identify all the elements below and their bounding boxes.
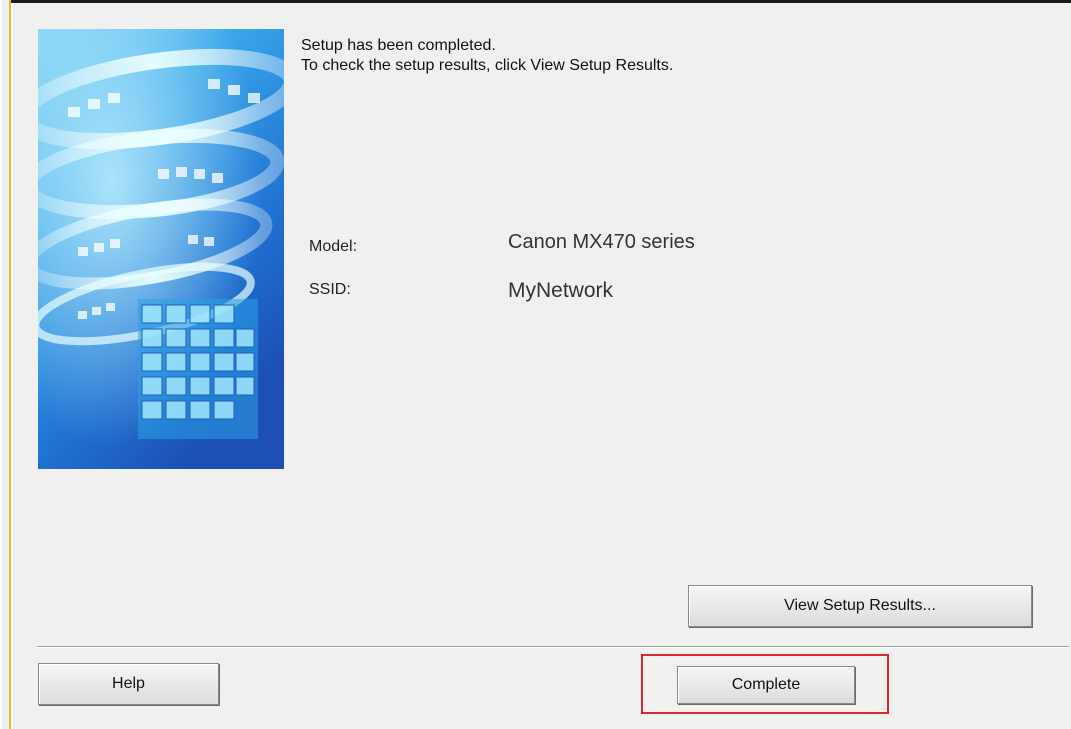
ssid-label: SSID: bbox=[309, 281, 351, 298]
message-line-1: Setup has been completed. bbox=[301, 37, 496, 54]
setup-illustration bbox=[38, 29, 284, 469]
complete-button-highlight bbox=[641, 654, 889, 714]
button-separator bbox=[37, 646, 1069, 648]
status-message: Setup has been completed. To check the s… bbox=[301, 36, 673, 76]
window-left-border bbox=[0, 0, 11, 729]
model-value: Canon MX470 series bbox=[508, 231, 695, 253]
view-setup-results-button[interactable]: View Setup Results... bbox=[688, 585, 1032, 627]
message-line-2: To check the setup results, click View S… bbox=[301, 57, 674, 74]
model-label: Model: bbox=[309, 238, 358, 255]
setup-complete-dialog: Setup has been completed. To check the s… bbox=[13, 3, 1071, 729]
ssid-value: MyNetwork bbox=[508, 279, 614, 302]
help-button[interactable]: Help bbox=[38, 663, 219, 705]
